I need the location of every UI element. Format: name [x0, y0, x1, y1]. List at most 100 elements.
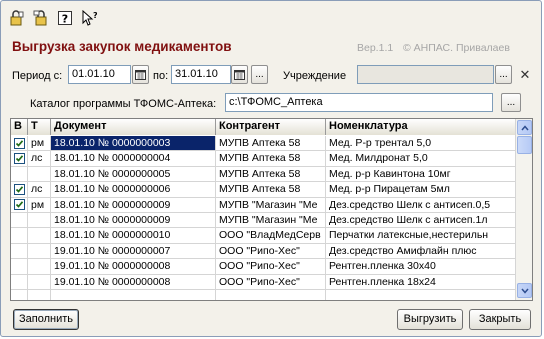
scroll-up-icon[interactable]	[517, 120, 532, 135]
table-row[interactable]: 18.01.10 № 0000000005 МУПВ Аптека 58 Мед. …	[11, 166, 516, 183]
counterparty-cell[interactable]: МУПВ "Магазин "Ме	[216, 197, 326, 212]
counterparty-cell[interactable]: МУПВ Аптека 58	[216, 151, 326, 166]
checkbox-checked-icon[interactable]	[13, 137, 25, 149]
period-select-button[interactable]: ...	[251, 65, 268, 84]
calendar-to-icon[interactable]	[231, 65, 248, 84]
row-checkbox-cell[interactable]	[11, 136, 28, 151]
row-checkbox-cell[interactable]	[11, 243, 28, 259]
row-checkbox-cell[interactable]	[11, 182, 28, 197]
counterparty-cell[interactable]: ООО "Рипо-Хес"	[216, 274, 326, 289]
row-checkbox-cell[interactable]	[11, 212, 28, 228]
counterparty-cell[interactable]: МУПВ Аптека 58	[216, 166, 326, 182]
row-checkbox-cell[interactable]	[11, 259, 28, 274]
type-cell[interactable]: лс	[28, 151, 51, 166]
table-row[interactable]: 18.01.10 № 0000000009 МУПВ "Магазин "Ме Де…	[11, 212, 516, 229]
vertical-scrollbar[interactable]	[515, 119, 532, 300]
table-row[interactable]: 19.01.10 № 0000000007 ООО "Рипо-Хес" Дез.с…	[11, 243, 516, 260]
column-header[interactable]: В	[11, 119, 28, 135]
scroll-down-icon[interactable]	[517, 283, 532, 298]
row-checkbox-cell[interactable]	[11, 166, 28, 182]
lock-open-icon[interactable]	[6, 7, 28, 29]
form-window: ? ? Выгрузка закупок медикаментов Вер.1.…	[0, 0, 542, 337]
checkbox-checked-icon[interactable]	[13, 183, 25, 195]
export-button[interactable]: Выгрузить	[397, 309, 463, 330]
fill-button[interactable]: Заполнить	[13, 309, 79, 330]
document-cell[interactable]: 18.01.10 № 0000000004	[51, 151, 216, 166]
document-cell[interactable]	[51, 289, 216, 300]
catalog-path-field[interactable]: c:\ТФОМС_Аптека	[225, 93, 493, 112]
counterparty-cell[interactable]: МУПВ Аптека 58	[216, 136, 326, 151]
counterparty-cell[interactable]: МУПВ "Магазин "Ме	[216, 212, 326, 228]
type-cell[interactable]	[28, 289, 51, 300]
counterparty-cell[interactable]: ООО "Рипо-Хес"	[216, 259, 326, 274]
document-cell[interactable]: 18.01.10 № 0000000009	[51, 212, 216, 228]
type-cell[interactable]: рм	[28, 197, 51, 212]
row-checkbox-cell[interactable]	[11, 274, 28, 289]
checkbox-checked-icon[interactable]	[13, 199, 25, 211]
nomenclature-cell[interactable]: Дез.средство Амифлайн плюс	[326, 244, 516, 258]
type-cell[interactable]	[28, 228, 51, 243]
institution-select-button[interactable]: ...	[495, 65, 512, 84]
row-checkbox-cell[interactable]	[11, 228, 28, 243]
nomenclature-cell[interactable]: Мед. р-р Кавинтона 10мг	[326, 167, 516, 181]
row-checkbox-cell[interactable]	[11, 289, 28, 300]
nomenclature-cell[interactable]: Мед. Р-р трентал 5,0	[326, 136, 516, 150]
scroll-thumb[interactable]	[517, 136, 532, 154]
counterparty-cell[interactable]: МУПВ Аптека 58	[216, 182, 326, 197]
type-cell[interactable]	[28, 259, 51, 274]
nomenclature-cell[interactable]: Дез.средство Шелк с антисеп.0,5	[326, 198, 516, 212]
table-row[interactable]: рм 18.01.10 № 0000000009 МУПВ "Магазин "Ме…	[11, 197, 516, 213]
table-row[interactable]: лс 18.01.10 № 0000000006 МУПВ Аптека 58 Мед…	[11, 182, 516, 198]
table-row[interactable]: лс 18.01.10 № 0000000004 МУПВ Аптека 58 Мед…	[11, 151, 516, 167]
nomenclature-cell[interactable]: Рентген.пленка 18х24	[326, 275, 516, 289]
institution-field[interactable]	[357, 65, 494, 84]
version-label: Вер.1.1	[357, 42, 394, 54]
table-row[interactable]: 18.01.10 № 0000000010 ООО "ВладМедСерв Пер…	[11, 228, 516, 244]
toolbar: ? ?	[6, 7, 100, 29]
counterparty-cell[interactable]	[216, 289, 326, 300]
column-header[interactable]: Номенклатура	[326, 119, 516, 135]
document-cell[interactable]: 18.01.10 № 0000000009	[51, 197, 216, 212]
type-cell[interactable]	[28, 243, 51, 259]
catalog-browse-button[interactable]: ...	[501, 93, 521, 112]
document-cell[interactable]: 18.01.10 № 0000000005	[51, 166, 216, 182]
column-header[interactable]: Т	[28, 119, 51, 135]
type-cell[interactable]: лс	[28, 182, 51, 197]
table-row[interactable]: 19.01.10 № 0000000008 ООО "Рипо-Хес" Рентг…	[11, 259, 516, 275]
document-cell[interactable]: 19.01.10 № 0000000008	[51, 274, 216, 289]
table-row[interactable]: 19.01.10 № 0000000008 ООО "Рипо-Хес" Рентг…	[11, 274, 516, 290]
type-cell[interactable]	[28, 212, 51, 228]
nomenclature-cell[interactable]: Перчатки латексные,нестерильн	[326, 228, 516, 242]
type-cell[interactable]	[28, 166, 51, 182]
nomenclature-cell[interactable]: Мед. Милдронат 5,0	[326, 151, 516, 165]
checkbox-checked-icon[interactable]	[13, 153, 25, 165]
row-checkbox-cell[interactable]	[11, 197, 28, 212]
document-cell[interactable]: 18.01.10 № 0000000003	[51, 136, 216, 151]
table-row[interactable]: рм 18.01.10 № 0000000003 МУПВ Аптека 58 Мед…	[11, 136, 516, 152]
type-cell[interactable]: рм	[28, 136, 51, 151]
date-to-field[interactable]: 31.01.10	[171, 65, 231, 84]
document-cell[interactable]: 19.01.10 № 0000000007	[51, 243, 216, 259]
column-header[interactable]: Документ	[51, 119, 216, 135]
catalog-label: Каталог программы ТФОМС-Аптека:	[30, 98, 217, 110]
close-button[interactable]: Закрыть	[469, 309, 531, 330]
calendar-from-icon[interactable]	[132, 65, 149, 84]
table-row[interactable]	[11, 289, 516, 300]
document-cell[interactable]: 19.01.10 № 0000000008	[51, 259, 216, 274]
document-cell[interactable]: 18.01.10 № 0000000010	[51, 228, 216, 243]
help-icon[interactable]: ?	[54, 7, 76, 29]
document-cell[interactable]: 18.01.10 № 0000000006	[51, 182, 216, 197]
close-icon[interactable]: ✕	[518, 67, 532, 83]
lock-edit-icon[interactable]	[30, 7, 52, 29]
date-from-field[interactable]: 01.01.10	[68, 65, 131, 84]
nomenclature-cell[interactable]: Дез.средство Шелк с антисеп.1л	[326, 213, 516, 227]
nomenclature-cell[interactable]	[326, 290, 516, 300]
nomenclature-cell[interactable]: Рентген.пленка 30х40	[326, 259, 516, 273]
counterparty-cell[interactable]: ООО "Рипо-Хес"	[216, 243, 326, 259]
row-checkbox-cell[interactable]	[11, 151, 28, 166]
counterparty-cell[interactable]: ООО "ВладМедСерв	[216, 228, 326, 243]
whats-this-icon[interactable]: ?	[78, 7, 100, 29]
nomenclature-cell[interactable]: Мед. р-р Пирацетам 5мл	[326, 182, 516, 196]
column-header[interactable]: Контрагент	[216, 119, 326, 135]
type-cell[interactable]	[28, 274, 51, 289]
